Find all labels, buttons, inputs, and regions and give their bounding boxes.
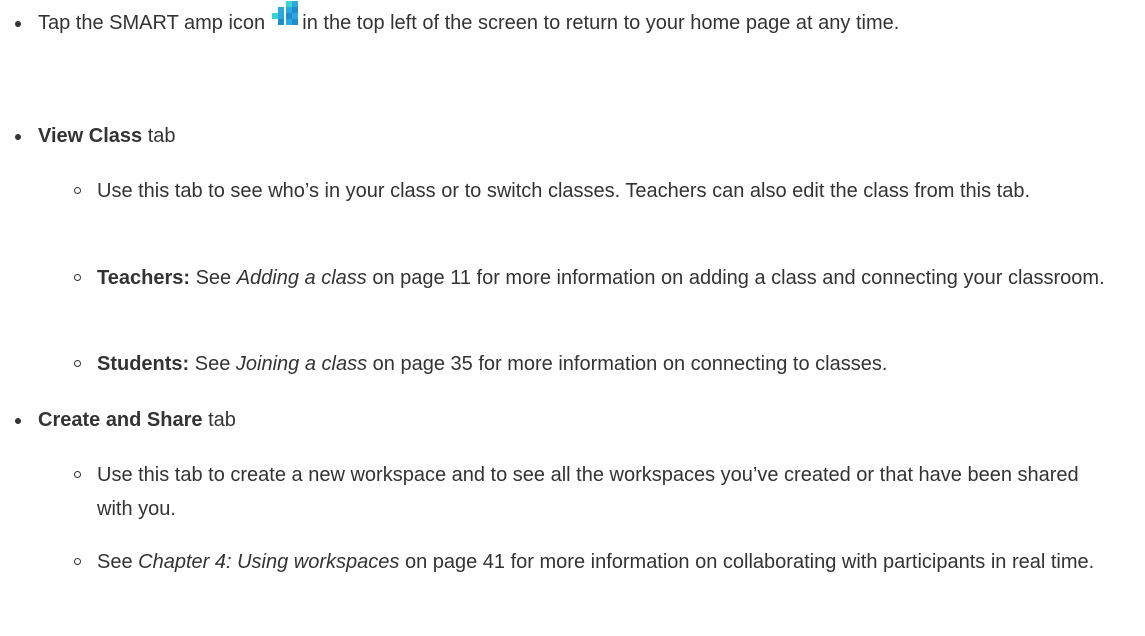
circle-bullet	[74, 187, 81, 194]
subitem-students: Students: See Joining a class on page 35…	[0, 347, 1145, 381]
circle-bullet	[74, 360, 81, 367]
text-segment: See	[97, 551, 139, 573]
bullet-create-and-share: Create and Share tab	[0, 403, 1115, 437]
role-label: Students:	[97, 353, 190, 375]
text-segment: Tap the SMART amp icon	[38, 12, 271, 34]
cross-reference-link[interactable]: Chapter 4: Using workspaces	[138, 551, 399, 573]
bullet-dot	[15, 21, 21, 27]
text-segment: Use this tab to see who’s in your class …	[97, 180, 1031, 202]
text-segment: See	[189, 353, 236, 375]
circle-bullet	[74, 274, 81, 281]
bullet-dot	[15, 134, 21, 140]
tab-name: View Class	[38, 125, 143, 147]
text-segment: on page 11 for more information on addin…	[366, 267, 1105, 289]
cross-reference-link[interactable]: Joining a class	[236, 353, 367, 375]
role-label: Teachers:	[97, 267, 191, 289]
subitem-create-usage: Use this tab to create a new workspace a…	[0, 458, 1115, 526]
text-segment: tab	[202, 409, 236, 431]
text-segment: on page 35 for more information on conne…	[367, 353, 888, 375]
subitem-teachers: Teachers: See Adding a class on page 11 …	[0, 261, 1115, 295]
text-segment: in the top left of the screen to return …	[296, 12, 900, 34]
subitem-workspaces-reference: See Chapter 4: Using workspaces on page …	[0, 545, 1115, 579]
text-segment: tab	[142, 125, 176, 147]
bullet-home-icon: Tap the SMART amp icon in the top left o…	[0, 1, 1115, 40]
tab-name: Create and Share	[38, 409, 203, 431]
circle-bullet	[74, 471, 81, 478]
subitem-view-class-usage: Use this tab to see who’s in your class …	[0, 174, 1115, 208]
text-segment: See	[190, 267, 237, 289]
circle-bullet	[74, 558, 81, 565]
bullet-dot	[15, 418, 21, 424]
cross-reference-link[interactable]: Adding a class	[237, 267, 367, 289]
text-segment: Use this tab to create a new workspace a…	[97, 464, 1079, 520]
text-segment: on page 41 for more information on colla…	[399, 551, 1095, 573]
bullet-view-class: View Class tab	[0, 119, 1115, 153]
smart-amp-icon	[271, 1, 298, 31]
